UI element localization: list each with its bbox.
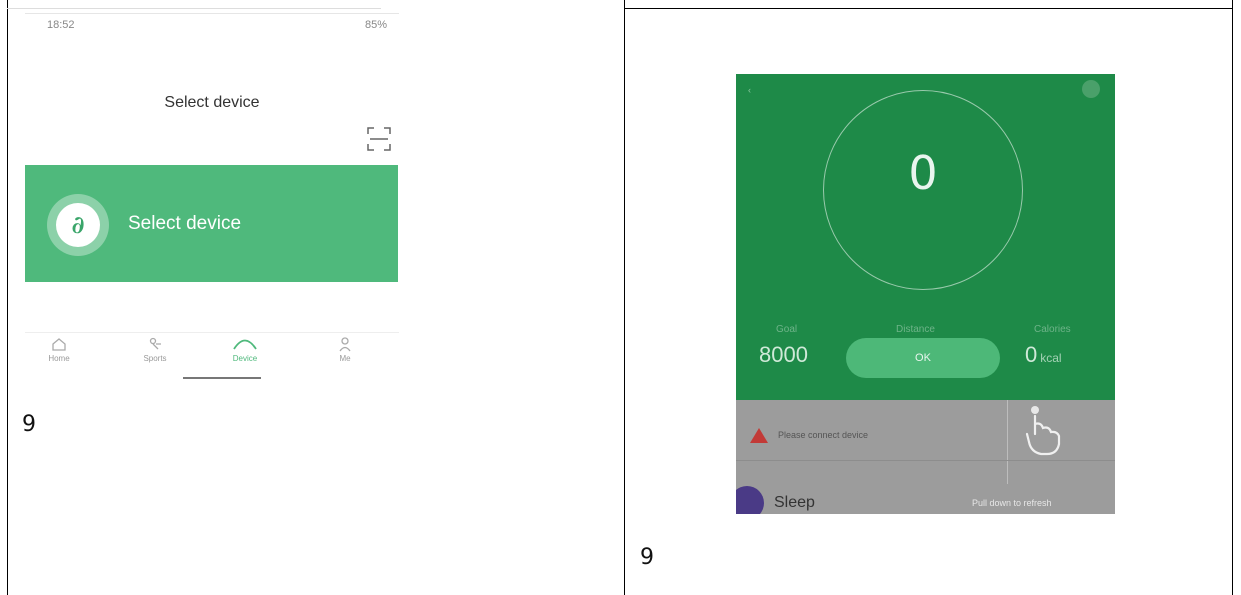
nav-item-me[interactable]: Me [315,336,375,363]
steps-screenshot: ‹ 0 Goal Distance Calories 8000 OK 0 kcal… [736,74,1115,514]
calories-value: 0 kcal [1025,342,1062,368]
nav-label-sports: Sports [143,354,167,363]
back-icon[interactable]: ‹ [748,85,751,95]
pull-hint: Pull down to refresh [972,498,1052,508]
hand-pointer-icon [1025,406,1061,456]
calories-number: 0 [1025,342,1038,367]
goal-value: 8000 [759,342,808,367]
left-caption: 9 [22,412,36,437]
nav-label-device: Device [232,354,258,363]
sleep-label[interactable]: Sleep [774,494,815,512]
nav-home-indicator [183,377,261,379]
nav-item-device[interactable]: Device [215,336,275,363]
select-device-banner[interactable]: ∂ Select device [25,165,398,282]
status-bar: 18:52 85% [25,10,399,40]
ok-button[interactable]: OK [846,338,1000,378]
pull-guide-line [1007,400,1008,484]
row-divider [736,460,1115,461]
nav-item-sports[interactable]: Sports [125,336,185,363]
page-title: Select device [164,94,260,111]
overlay-panel: Please connect device Sleep Pull down to… [736,400,1115,514]
goal-label: Goal [776,324,798,335]
distance-label: Distance [896,324,935,335]
calories-label: Calories [1034,324,1071,335]
nav-label-me: Me [339,354,351,363]
warning-icon [750,428,768,443]
table-border-left [7,0,8,595]
person-icon [339,337,351,352]
select-device-screenshot: 18:52 85% Select device ∂ Select device … [25,10,399,390]
settings-icon[interactable] [1082,80,1100,98]
table-border-right [1232,0,1233,595]
calories-unit: kcal [1040,351,1062,365]
nav-divider [25,332,399,333]
select-device-label: Select device [128,213,242,234]
sports-icon [149,337,161,350]
nav-item-home[interactable]: Home [29,336,89,363]
bottom-nav: Home Sports Device Me [25,336,399,380]
scan-icon[interactable] [367,126,391,152]
device-icon [233,339,257,350]
steps-panel: ‹ 0 Goal Distance Calories 8000 OK 0 kcal [736,74,1115,400]
sleep-icon [736,486,764,514]
connect-message[interactable]: Please connect device [778,430,868,440]
table-border-top-left [7,8,381,9]
steps-count: 0 [908,146,938,200]
status-indicators: 85% [364,19,387,31]
status-time: 18:52 [47,19,75,31]
home-icon [52,338,66,351]
right-caption: 9 [640,545,654,570]
app-logo-icon: ∂ [56,203,100,247]
table-border-middle [624,0,625,595]
nav-label-home: Home [48,354,70,363]
table-border-top-right [624,8,1233,9]
